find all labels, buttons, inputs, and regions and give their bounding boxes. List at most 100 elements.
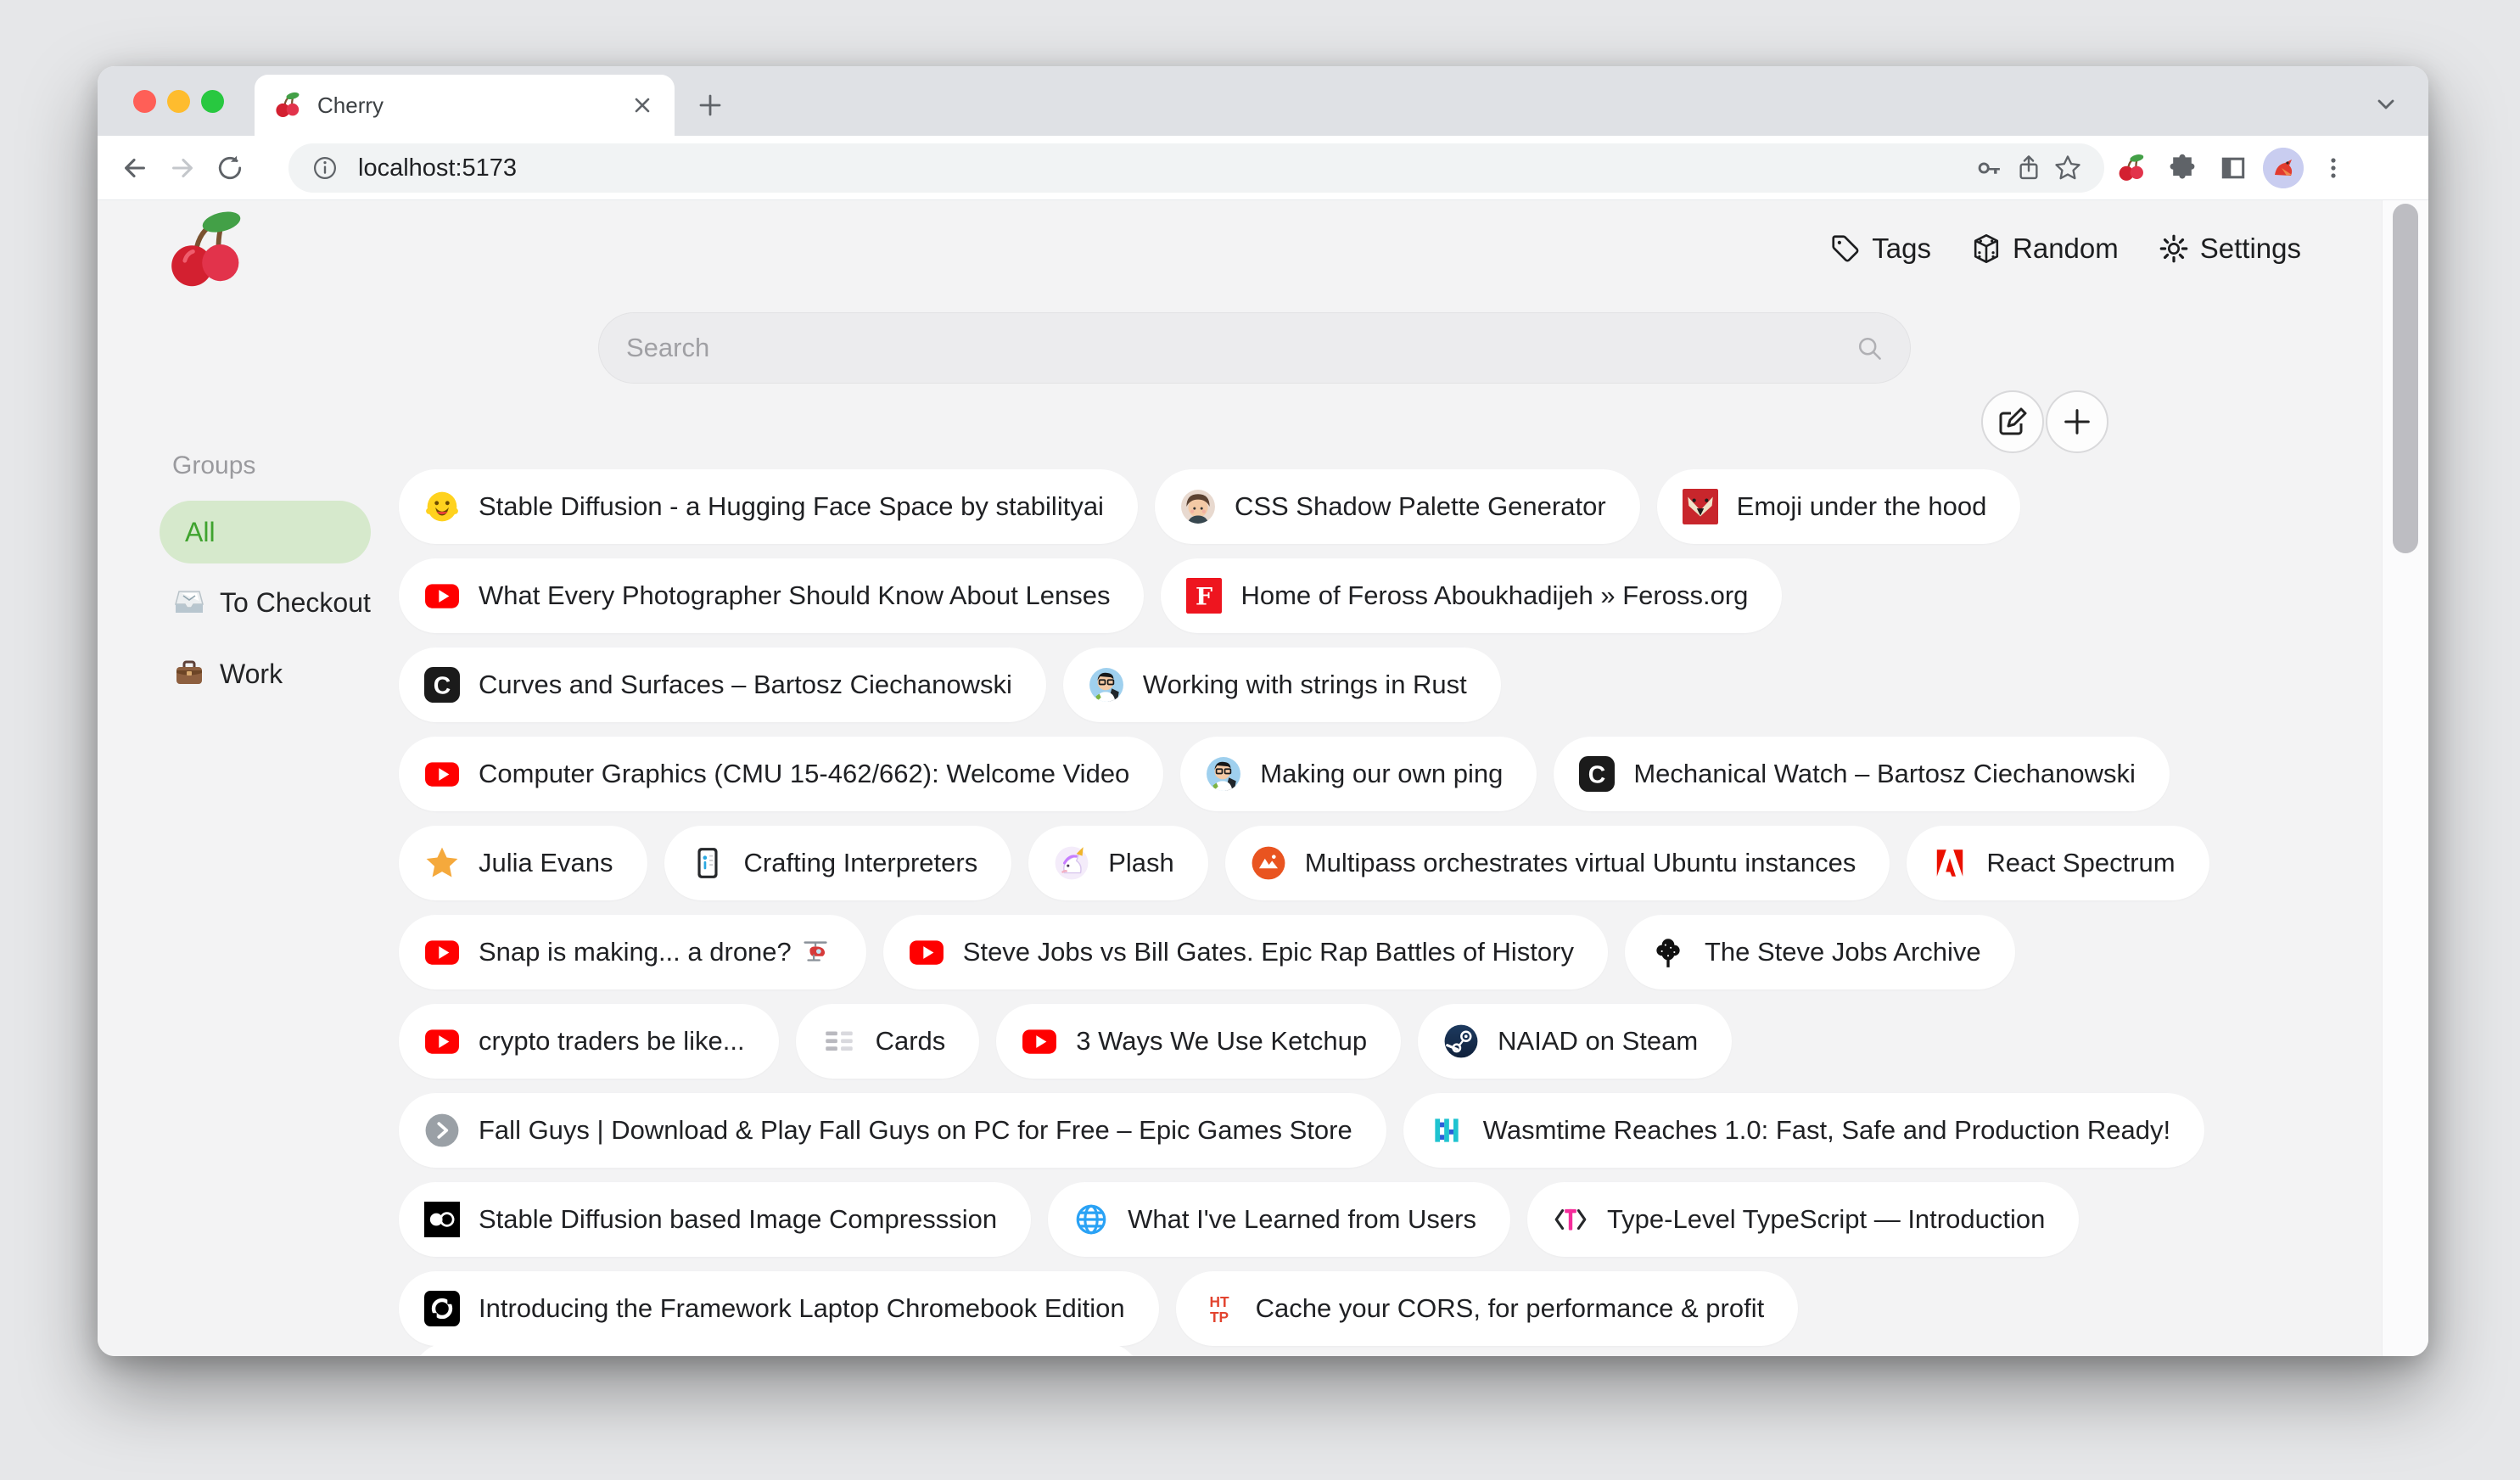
- sd-compress-icon: [424, 1202, 460, 1237]
- bookmark-label: Working with strings in Rust: [1143, 670, 1467, 700]
- bookmark-pill[interactable]: Multipass orchestrates virtual Ubuntu in…: [1225, 826, 1890, 900]
- bookmark-pill[interactable]: Snap is making... a drone?: [399, 915, 866, 989]
- bookmark-label: Mechanical Watch – Bartosz Ciechanowski: [1633, 759, 2136, 789]
- svg-text:TP: TP: [1210, 1309, 1229, 1326]
- bookmark-label: Making our own ping: [1260, 759, 1503, 789]
- bookmark-pill[interactable]: Crafting Interpreters: [664, 826, 1012, 900]
- bookmark-pill[interactable]: What I've Learned from Users: [1048, 1182, 1510, 1257]
- bookmark-label: Snap is making... a drone?: [479, 937, 792, 967]
- bookmark-pill[interactable]: CSS Shadow Palette Generator: [1155, 469, 1640, 544]
- sidebar-group-all[interactable]: All: [160, 501, 371, 563]
- hugging-face-icon: [424, 489, 460, 524]
- bookmark-pill[interactable]: crypto traders be like...: [399, 1004, 779, 1079]
- bookmark-pill[interactable]: HTTPCache your CORS, for performance & p…: [1176, 1271, 1799, 1346]
- youtube-icon: [424, 578, 460, 614]
- share-icon[interactable]: [2009, 149, 2048, 188]
- briefcase-emoji-icon: [172, 657, 206, 691]
- top-navigation: Tags Random Settings: [1829, 233, 2301, 265]
- typescript-t-icon: [1553, 1202, 1588, 1237]
- blue-globe-icon: [1073, 1202, 1109, 1237]
- tab-cherry[interactable]: Cherry: [255, 75, 675, 136]
- reload-button[interactable]: [206, 144, 254, 192]
- avatar-glasses-icon: [1206, 756, 1241, 792]
- youtube-icon: [424, 1023, 460, 1059]
- bookmark-pill[interactable]: Stable Diffusion - a Hugging Face Space …: [399, 469, 1138, 544]
- gear-icon: [2158, 233, 2190, 265]
- address-bar[interactable]: localhost:5173: [288, 143, 2104, 193]
- site-info-icon[interactable]: [305, 149, 344, 188]
- bookmark-row: Stable Diffusion based Image Compresssio…: [399, 1182, 2079, 1257]
- bookmark-label: Home of Feross Aboukhadijeh » Feross.org: [1240, 580, 1748, 611]
- bookmark-pill[interactable]: React Spectrum: [1907, 826, 2209, 900]
- unicorn-emoji-icon: [1054, 845, 1089, 881]
- sidebar-group-work[interactable]: Work: [172, 657, 283, 691]
- page-scrollbar-track[interactable]: [2382, 200, 2428, 1356]
- bookmark-pill[interactable]: Computer Graphics (CMU 15-462/662): Welc…: [399, 737, 1163, 811]
- bookmark-label: Cache your CORS, for performance & profi…: [1256, 1293, 1765, 1324]
- book-device-icon: [690, 845, 725, 881]
- new-tab-button[interactable]: [690, 85, 731, 126]
- browser-toolbar: localhost:5173: [98, 136, 2428, 200]
- bookmark-pill[interactable]: Plash: [1028, 826, 1208, 900]
- nav-settings-label: Settings: [2200, 233, 2301, 265]
- youtube-icon: [424, 756, 460, 792]
- svg-text:C: C: [1588, 762, 1605, 789]
- bookmark-pill-partial[interactable]: [412, 1343, 1141, 1356]
- minimize-window-button[interactable]: [167, 90, 190, 113]
- url-text[interactable]: localhost:5173: [358, 154, 1970, 182]
- bookmark-label: CSS Shadow Palette Generator: [1235, 491, 1606, 522]
- edit-bookmarks-button[interactable]: [1981, 390, 2044, 453]
- bookmark-pill[interactable]: Steve Jobs vs Bill Gates. Epic Rap Battl…: [883, 915, 1608, 989]
- bookmark-pill[interactable]: Wasmtime Reaches 1.0: Fast, Safe and Pro…: [1403, 1093, 2204, 1168]
- group-to-checkout-label: To Checkout: [220, 587, 371, 619]
- bookmark-label: NAIAD on Steam: [1498, 1026, 1698, 1057]
- page-scrollbar-thumb[interactable]: [2393, 204, 2418, 553]
- bookmark-pill[interactable]: Introducing the Framework Laptop Chromeb…: [399, 1271, 1159, 1346]
- bookmark-label: Type-Level TypeScript — Introduction: [1607, 1204, 2045, 1235]
- add-bookmark-button[interactable]: [2046, 390, 2108, 453]
- bookmark-pill[interactable]: Stable Diffusion based Image Compresssio…: [399, 1182, 1031, 1257]
- bookmark-pill[interactable]: What Every Photographer Should Know Abou…: [399, 558, 1144, 633]
- bookmark-pill[interactable]: Fall Guys | Download & Play Fall Guys on…: [399, 1093, 1386, 1168]
- bookmark-label: Cards: [876, 1026, 946, 1057]
- bookmark-pill[interactable]: F Home of Feross Aboukhadijeh » Feross.or…: [1161, 558, 1782, 633]
- back-button[interactable]: [111, 144, 159, 192]
- bookmark-row: Stable Diffusion - a Hugging Face Space …: [399, 469, 2020, 544]
- bookmark-label: Stable Diffusion - a Hugging Face Space …: [479, 491, 1104, 522]
- bookmark-label: crypto traders be like...: [479, 1026, 745, 1057]
- nav-random[interactable]: Random: [1970, 233, 2119, 265]
- fullscreen-window-button[interactable]: [201, 90, 224, 113]
- adobe-icon: [1932, 845, 1968, 881]
- bookmark-pill[interactable]: Type-Level TypeScript — Introduction: [1527, 1182, 2079, 1257]
- bookmark-pill[interactable]: Working with strings in Rust: [1063, 648, 1501, 722]
- search-bar[interactable]: [598, 312, 1911, 384]
- bookmark-pill[interactable]: Emoji under the hood: [1657, 469, 2021, 544]
- close-tab-icon[interactable]: [629, 92, 656, 119]
- bookmark-pill[interactable]: The Steve Jobs Archive: [1625, 915, 2015, 989]
- bookmark-pill[interactable]: C Mechanical Watch – Bartosz Ciechanowski: [1554, 737, 2170, 811]
- nav-settings[interactable]: Settings: [2158, 233, 2301, 265]
- letter-icon: F: [1186, 578, 1222, 614]
- close-window-button[interactable]: [133, 90, 156, 113]
- bookmark-pill[interactable]: CCurves and Surfaces – Bartosz Ciechanow…: [399, 648, 1046, 722]
- profile-avatar[interactable]: [2263, 148, 2304, 188]
- bookmark-pill[interactable]: NAIAD on Steam: [1418, 1004, 1732, 1079]
- extensions-puzzle-icon[interactable]: [2163, 149, 2202, 188]
- bookmark-pill[interactable]: Julia Evans: [399, 826, 647, 900]
- svg-text:F: F: [1196, 582, 1212, 611]
- bookmark-label: Julia Evans: [479, 848, 613, 878]
- bookmark-star-icon[interactable]: [2048, 149, 2087, 188]
- side-panel-icon[interactable]: [2214, 149, 2253, 188]
- nav-tags[interactable]: Tags: [1829, 233, 1931, 265]
- cherry-extension-icon[interactable]: [2112, 149, 2151, 188]
- bookmark-pill[interactable]: Cards: [796, 1004, 980, 1079]
- search-input[interactable]: [624, 332, 1854, 364]
- browser-menu-icon[interactable]: [2314, 149, 2353, 188]
- forward-button[interactable]: [159, 144, 206, 192]
- bookmark-pill[interactable]: 3 Ways We Use Ketchup: [996, 1004, 1401, 1079]
- steam-icon: [1443, 1023, 1479, 1059]
- tab-search-chevron-icon[interactable]: [2369, 87, 2403, 121]
- bookmark-pill[interactable]: Making our own ping: [1180, 737, 1537, 811]
- password-key-icon[interactable]: [1970, 149, 2009, 188]
- sidebar-group-to-checkout[interactable]: To Checkout: [172, 586, 371, 619]
